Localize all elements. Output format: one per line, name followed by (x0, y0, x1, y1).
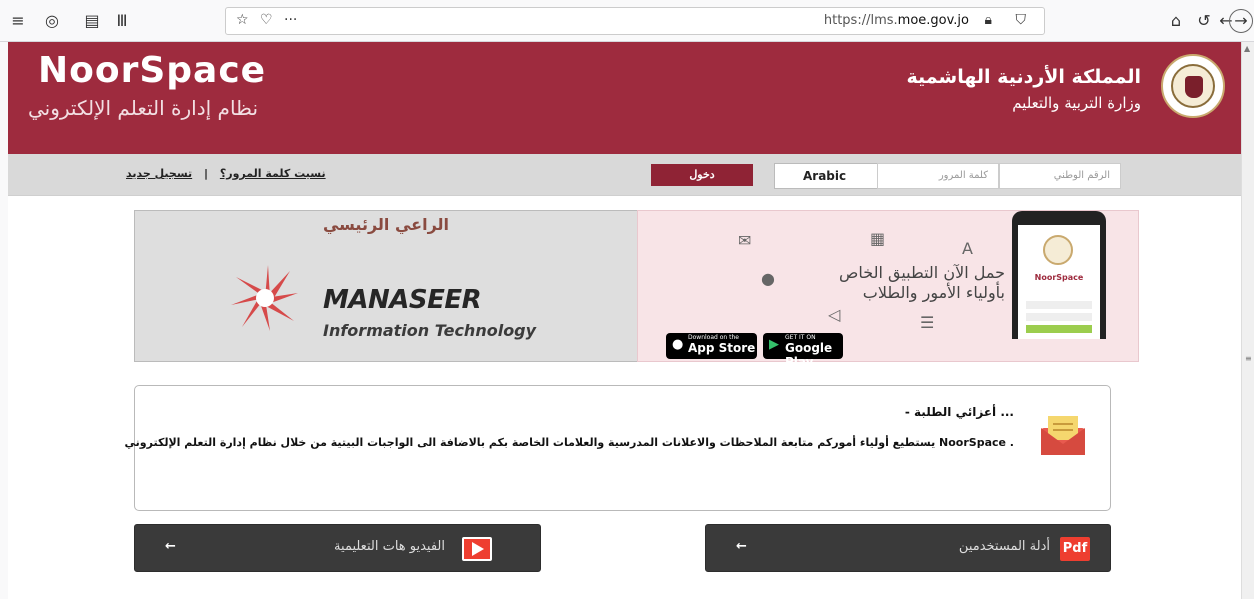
page-scrollbar[interactable]: ▲ ≡ (1241, 42, 1254, 599)
google-play-button[interactable]: ▶ GET IT ON Google Play (763, 333, 843, 369)
envelope-icon: ✉ (738, 231, 752, 250)
reader-view-icon[interactable]: ▤ (80, 9, 104, 33)
forgot-password-link[interactable]: نسيت كلمة المرور؟ (220, 167, 326, 180)
library-icon[interactable]: Ⅲ (110, 9, 134, 33)
apple-icon: ● (672, 337, 684, 352)
promo-line-1: حمل الآن التطبيق الخاص (839, 263, 1005, 282)
announcement-title: - أعزائي الطلبة ... (904, 405, 1014, 419)
tracking-protection-icon[interactable]: ⛉ (1016, 12, 1027, 28)
arrow-left-icon: ← (165, 539, 176, 554)
chat-bubble-icon: ● (761, 269, 775, 288)
pdf-icon: Pdf (1060, 537, 1090, 561)
url-text[interactable]: https://lms.moe.gov.jo (824, 13, 969, 28)
app-download-banner: ✉ ▦ A ● ◁ ☰ حمل الآن التطبيق الخاص بأولي… (637, 210, 1139, 369)
bookmark-star-icon[interactable]: ☆ (236, 12, 249, 28)
reload-icon[interactable]: ↺ (1192, 9, 1216, 33)
language-select[interactable]: Arabic (774, 163, 878, 189)
megaphone-icon: ◁ (828, 305, 841, 324)
manaseer-star-icon (231, 265, 298, 331)
scroll-grip-icon[interactable]: ≡ (1245, 354, 1252, 363)
password-field[interactable]: كلمة المرور (877, 163, 999, 189)
play-video-icon (462, 537, 492, 561)
link-separator: | (204, 167, 209, 180)
more-actions-icon[interactable]: ··· (284, 12, 297, 28)
pocket-icon[interactable]: ♡ (260, 12, 273, 28)
phone-mockup: NoorSpace (1012, 211, 1106, 339)
kingdom-title: المملكة الأردنية الهاشمية (906, 66, 1141, 88)
mail-envelope-icon (1041, 416, 1085, 455)
sponsor-title: الراعي الرئيسي (322, 215, 450, 234)
educational-videos-tile[interactable]: ← الفيديو هات التعليمية (134, 524, 541, 572)
brand-subtitle: نظام إدارة التعلم الإلكتروني (28, 96, 259, 120)
web-page: NoorSpace نظام إدارة التعلم الإلكتروني ا… (8, 42, 1241, 599)
promo-line-2: بأولياء الأمور والطلاب (862, 283, 1005, 302)
browser-toolbar: ≡ ◎ ▤ Ⅲ ☆ ♡ ··· https://lms.moe.gov.jo 🔒… (0, 0, 1254, 42)
announcement-text: يستطيع أولياء أموركم متابعة الملاحظات وا… (124, 436, 1014, 449)
login-bar: نسيت كلمة المرور؟ | تسجيل جديد دخول ▾ Ar… (8, 154, 1241, 196)
google-play-icon: ▶ (769, 337, 779, 352)
account-links: نسيت كلمة المرور؟ | تسجيل جديد (126, 167, 326, 180)
register-link[interactable]: تسجيل جديد (126, 167, 192, 180)
sponsor-company-name: MANASEER (323, 285, 482, 315)
user-guides-tile[interactable]: ← أدلة المستخدمين Pdf (705, 524, 1111, 572)
forward-icon[interactable]: → (1229, 9, 1253, 33)
extensions-icon[interactable]: ◎ (40, 9, 64, 33)
lock-icon: 🔒︎ (984, 12, 992, 28)
login-button[interactable]: دخول (651, 164, 753, 186)
url-bar[interactable]: ☆ ♡ ··· https://lms.moe.gov.jo 🔒︎ ⛉ (225, 7, 1045, 35)
scroll-up-icon[interactable]: ▲ (1244, 44, 1250, 53)
sponsor-company-sub: Information Technology (323, 321, 537, 340)
site-header: NoorSpace نظام إدارة التعلم الإلكتروني ا… (8, 42, 1241, 154)
seal-icon (1043, 235, 1073, 265)
videos-label: الفيديو هات التعليمية (334, 539, 445, 554)
user-guides-label: أدلة المستخدمين (958, 539, 1050, 554)
main-sponsor-panel: الراعي الرئيسي MANASEER Information Tech… (134, 210, 638, 362)
calendar-icon: ▦ (870, 229, 886, 248)
arrow-left-icon: ← (736, 539, 747, 554)
announcement-box: - أعزائي الطلبة ... يستطيع أولياء أموركم… (125, 385, 1111, 511)
ministry-seal-icon (1161, 54, 1225, 118)
ministry-title: وزارة التربية والتعليم (1012, 94, 1141, 112)
home-icon[interactable]: ⌂ (1164, 9, 1188, 33)
hamburger-menu-icon[interactable]: ≡ (6, 9, 30, 33)
books-icon: ☰ (920, 313, 935, 332)
app-store-button[interactable]: ● Download on the App Store (666, 333, 757, 359)
noorspace-logo[interactable]: NoorSpace (38, 50, 266, 91)
national-id-field[interactable]: الرقم الوطني (999, 163, 1121, 189)
grade-icon: A (962, 239, 973, 258)
